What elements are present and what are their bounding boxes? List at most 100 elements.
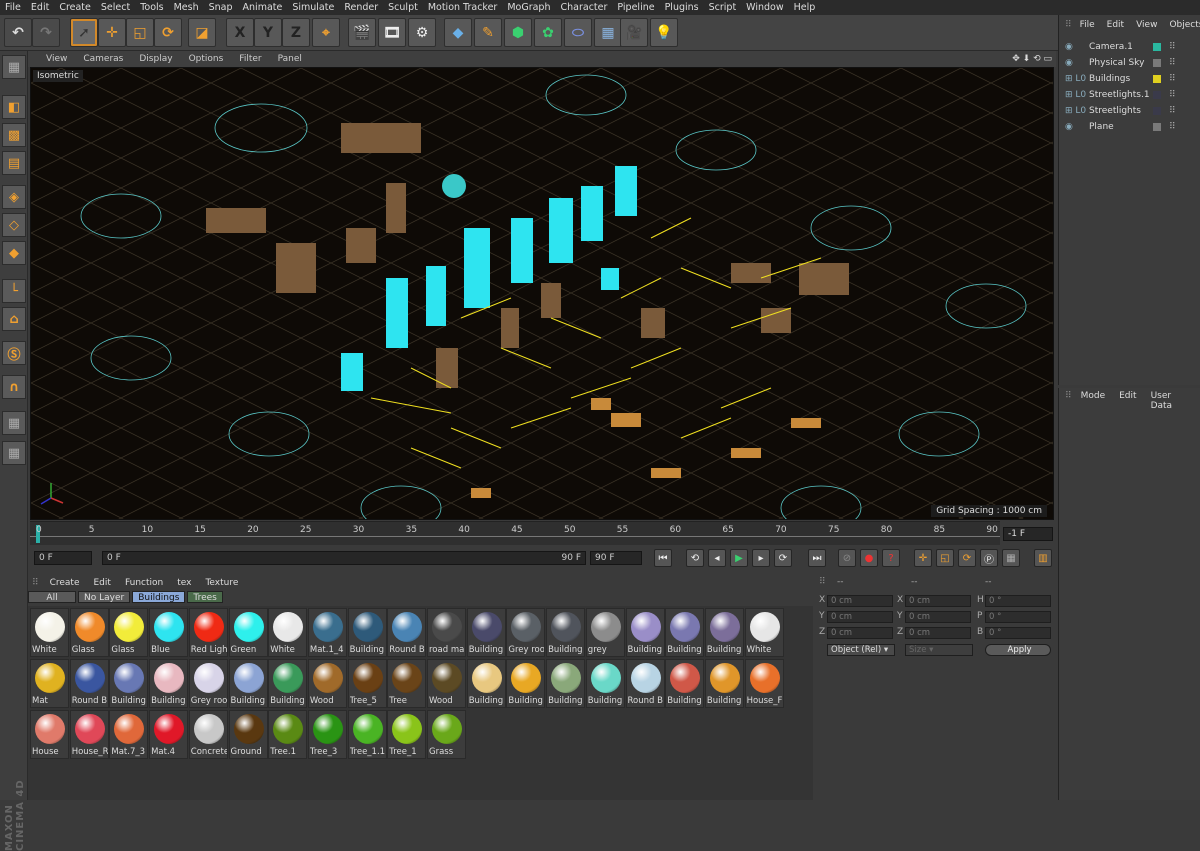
snapping-icon[interactable]: ∩: [2, 375, 26, 399]
layer-color-tag[interactable]: [1153, 91, 1161, 99]
menu-item-character[interactable]: Character: [555, 0, 612, 15]
menu-item-sculpt[interactable]: Sculpt: [383, 0, 423, 15]
viewport-menu-filter[interactable]: Filter: [231, 54, 269, 64]
layer-color-tag[interactable]: [1153, 75, 1161, 83]
material-swatch[interactable]: Blue: [149, 608, 189, 657]
material-swatch[interactable]: House: [30, 710, 69, 759]
menu-item-snap[interactable]: Snap: [204, 0, 238, 15]
axis-x-button[interactable]: X: [226, 18, 254, 47]
material-swatch[interactable]: Tree: [387, 659, 427, 708]
frame-range-slider[interactable]: 0 F 90 F: [102, 551, 586, 565]
layer-color-tag[interactable]: [1153, 43, 1161, 51]
filter-all[interactable]: All: [28, 591, 76, 603]
axis-z-button[interactable]: Z: [282, 18, 310, 47]
viewport-menu-panel[interactable]: Panel: [270, 54, 310, 64]
key-scale-icon[interactable]: ◱: [936, 549, 954, 567]
motion-record-icon[interactable]: ⊘: [838, 549, 856, 567]
layer-color-tag[interactable]: [1153, 107, 1161, 115]
material-swatch[interactable]: Round B: [625, 659, 665, 708]
material-swatch[interactable]: Building: [585, 659, 625, 708]
rotate-tool-icon[interactable]: ⟳: [154, 18, 182, 47]
material-menu-create[interactable]: Create: [43, 578, 87, 588]
menu-item-tools[interactable]: Tools: [135, 0, 168, 15]
autokey-icon[interactable]: ?: [882, 549, 900, 567]
menu-item-script[interactable]: Script: [704, 0, 742, 15]
filter-buildings[interactable]: Buildings: [132, 591, 186, 603]
material-swatch[interactable]: Building: [625, 608, 665, 657]
menu-item-pipeline[interactable]: Pipeline: [612, 0, 659, 15]
viewport-menu-display[interactable]: Display: [131, 54, 180, 64]
coordinate-pos-field[interactable]: 0 cm: [827, 595, 893, 607]
material-swatch[interactable]: Wood: [307, 659, 347, 708]
layer-color-tag[interactable]: [1153, 123, 1161, 131]
coordinate-mode-select[interactable]: Object (Rel) ▾: [827, 644, 895, 656]
material-swatch[interactable]: Tree_3: [307, 710, 347, 759]
make-editable-icon[interactable]: ▦: [2, 55, 26, 79]
next-key-icon[interactable]: ⟳: [774, 549, 792, 567]
size-mode-select[interactable]: Size ▾: [905, 644, 973, 656]
material-swatch[interactable]: White: [268, 608, 308, 657]
menu-item-window[interactable]: Window: [741, 0, 788, 15]
menu-item-animate[interactable]: Animate: [238, 0, 288, 15]
layer-color-tag[interactable]: [1153, 59, 1161, 67]
coordinate-system-icon[interactable]: ⌖: [312, 18, 340, 47]
previous-frame-icon[interactable]: ◂: [708, 549, 726, 567]
viewport-nav-icons[interactable]: ✥ ⬇ ⟲ ▭: [1004, 54, 1056, 64]
texture-mode-icon[interactable]: ▩: [2, 123, 26, 147]
deformer-icon[interactable]: ⬭: [564, 18, 592, 47]
object-row[interactable]: ◉ Physical Sky ⠿: [1059, 55, 1200, 71]
viewport-menu-options[interactable]: Options: [181, 54, 232, 64]
redo-button[interactable]: ↷: [32, 18, 60, 47]
planar-workplane-icon[interactable]: ▦: [2, 441, 26, 465]
menu-item-motion-tracker[interactable]: Motion Tracker: [423, 0, 503, 15]
material-swatch[interactable]: Glass: [109, 608, 149, 657]
menu-item-edit[interactable]: Edit: [26, 0, 54, 15]
render-picture-viewer-icon[interactable]: 🎞: [378, 18, 406, 47]
material-swatch[interactable]: Building: [704, 659, 744, 708]
menu-item-mesh[interactable]: Mesh: [169, 0, 204, 15]
material-swatch[interactable]: Building: [268, 659, 308, 708]
visibility-dots-icon[interactable]: ⠿: [1169, 119, 1176, 135]
undo-button[interactable]: ↶: [4, 18, 32, 47]
material-swatch[interactable]: Building: [546, 659, 586, 708]
material-swatch[interactable]: Green: [228, 608, 268, 657]
workplane-mode-icon[interactable]: ▤: [2, 151, 26, 175]
material-swatch[interactable]: Building: [665, 608, 705, 657]
apply-button[interactable]: Apply: [985, 644, 1051, 656]
light-icon[interactable]: 💡: [650, 18, 678, 47]
material-swatch[interactable]: Tree.1: [268, 710, 308, 759]
object-row[interactable]: ⊞ L0 Streetlights.1 ⠿: [1059, 87, 1200, 103]
visibility-dots-icon[interactable]: ⠿: [1169, 71, 1176, 87]
array-icon[interactable]: ✿: [534, 18, 562, 47]
object-menu-file[interactable]: File: [1074, 20, 1101, 34]
cube-primitive-icon[interactable]: ◆: [444, 18, 472, 47]
material-swatch[interactable]: Ground: [228, 710, 268, 759]
material-swatch[interactable]: Building: [347, 608, 387, 657]
material-swatch[interactable]: grey: [585, 608, 625, 657]
material-swatch[interactable]: Round B: [387, 608, 427, 657]
polygons-mode-icon[interactable]: ◆: [2, 241, 26, 265]
visibility-dots-icon[interactable]: ⠿: [1169, 39, 1176, 55]
material-swatch[interactable]: Building: [704, 608, 744, 657]
material-swatch[interactable]: White: [744, 608, 784, 657]
recent-tool-icon[interactable]: ◪: [188, 18, 216, 47]
material-menu-function[interactable]: Function: [118, 578, 170, 588]
object-menu-view[interactable]: View: [1130, 20, 1163, 34]
menu-item-select[interactable]: Select: [96, 0, 135, 15]
material-swatch[interactable]: Round B: [69, 659, 109, 708]
object-row[interactable]: ◉ Camera.1 ⠿: [1059, 39, 1200, 55]
go-to-end-icon[interactable]: ⏭: [808, 549, 826, 567]
material-swatch[interactable]: Building: [228, 659, 268, 708]
edges-mode-icon[interactable]: ◇: [2, 213, 26, 237]
coordinate-size-field[interactable]: 0 cm: [905, 611, 971, 623]
viewport-menu-cameras[interactable]: Cameras: [75, 54, 131, 64]
key-pla-icon[interactable]: ▦: [1002, 549, 1020, 567]
coordinate-rot-field[interactable]: 0 °: [985, 595, 1051, 607]
material-swatch[interactable]: Grey roo: [188, 659, 228, 708]
key-rotation-icon[interactable]: ⟳: [958, 549, 976, 567]
visibility-dots-icon[interactable]: ⠿: [1169, 87, 1176, 103]
current-frame-field[interactable]: -1 F: [1003, 527, 1053, 541]
material-swatch[interactable]: Mat.1_4: [307, 608, 347, 657]
attribute-menu-user-data[interactable]: User Data: [1144, 391, 1200, 411]
model-mode-icon[interactable]: ◧: [2, 95, 26, 119]
